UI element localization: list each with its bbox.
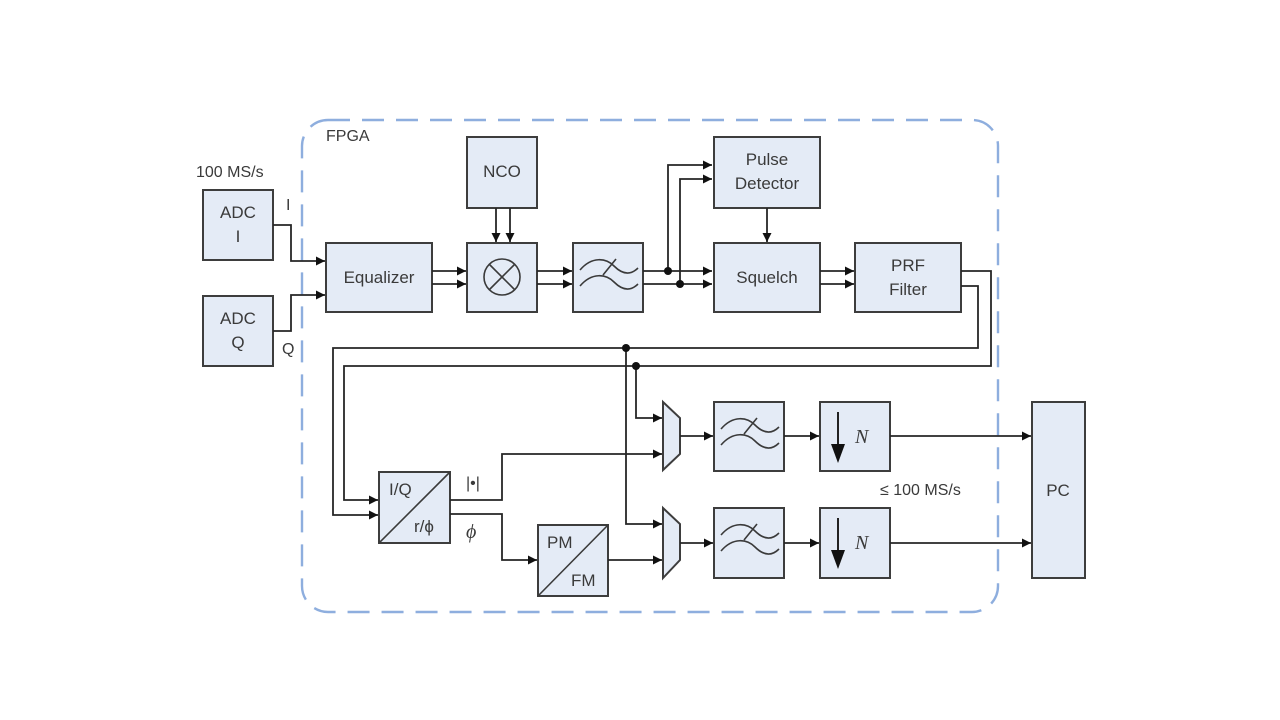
- adc-q-label-1: ADC: [220, 309, 256, 328]
- junction-dot: [622, 344, 630, 352]
- pulse-detector-block: Pulse Detector: [713, 136, 821, 209]
- junction-dot: [664, 267, 672, 275]
- adc-q-block: ADC Q: [202, 295, 274, 367]
- pulse-detector-label-1: Pulse: [746, 150, 789, 169]
- pc-block: PC: [1031, 401, 1086, 579]
- signal-q-label: Q: [282, 341, 294, 358]
- decimator-block-bottom: N: [819, 507, 891, 579]
- pm-fm-bottom-label: FM: [571, 571, 596, 590]
- lowpass-filter-block-bottom: [713, 507, 785, 579]
- magnitude-label: |•|: [466, 475, 480, 492]
- pm-fm-block: PM FM: [537, 524, 609, 597]
- mixer-block: [466, 242, 538, 313]
- mux-bottom: [662, 505, 681, 581]
- nco-block: NCO: [466, 136, 538, 209]
- iq-converter-bottom-label: r/ϕ: [414, 517, 434, 536]
- prf-filter-block: PRF Filter: [854, 242, 962, 313]
- squelch-label: Squelch: [736, 268, 797, 287]
- iq-converter-top-label: I/Q: [389, 480, 412, 499]
- wire-lpf-to-pulse-detector-q: [679, 174, 712, 284]
- wire-phase-to-pmfm: [450, 513, 537, 565]
- decimation-factor-label: N: [854, 532, 870, 554]
- lowpass-filter-block: [572, 242, 644, 313]
- phase-label: ϕ: [466, 521, 476, 543]
- fpga-label: FPGA: [326, 128, 370, 145]
- wire-magnitude-to-mux-top: [450, 449, 662, 501]
- iq-converter-block: I/Q r/ϕ: [378, 471, 451, 544]
- prf-filter-label-2: Filter: [889, 280, 927, 299]
- lowpass-filter-block-top: [713, 401, 785, 472]
- decimator-block-top: N: [819, 401, 891, 472]
- pc-label: PC: [1046, 481, 1070, 500]
- wire-q-to-mux-bottom: [625, 348, 662, 529]
- wire-i-to-mux-top: [635, 366, 662, 423]
- input-rate-label: 100 MS/s: [196, 164, 264, 181]
- wire-adc-q-to-equalizer: [273, 290, 325, 332]
- adc-i-block: ADC I: [202, 189, 274, 261]
- block-diagram: FPGA 100 MS/s ADC I ADC Q I Q Equalizer …: [196, 118, 1086, 614]
- adc-i-label-2: I: [236, 227, 241, 246]
- squelch-block: Squelch: [713, 242, 821, 313]
- adc-i-label-1: ADC: [220, 203, 256, 222]
- pm-fm-top-label: PM: [547, 533, 573, 552]
- output-rate-label: ≤ 100 MS/s: [880, 482, 961, 499]
- junction-dot: [632, 362, 640, 370]
- prf-filter-label-1: PRF: [891, 256, 925, 275]
- wire-lpf-to-pulse-detector-i: [667, 160, 712, 271]
- pulse-detector-label-2: Detector: [735, 174, 800, 193]
- equalizer-block: Equalizer: [325, 242, 433, 313]
- mux-top: [662, 399, 681, 473]
- signal-i-label: I: [286, 197, 290, 214]
- junction-dot: [676, 280, 684, 288]
- nco-label: NCO: [483, 162, 521, 181]
- adc-q-label-2: Q: [231, 333, 244, 352]
- equalizer-label: Equalizer: [344, 268, 415, 287]
- wire-adc-i-to-equalizer: [273, 224, 325, 266]
- decimation-factor-label: N: [854, 426, 870, 448]
